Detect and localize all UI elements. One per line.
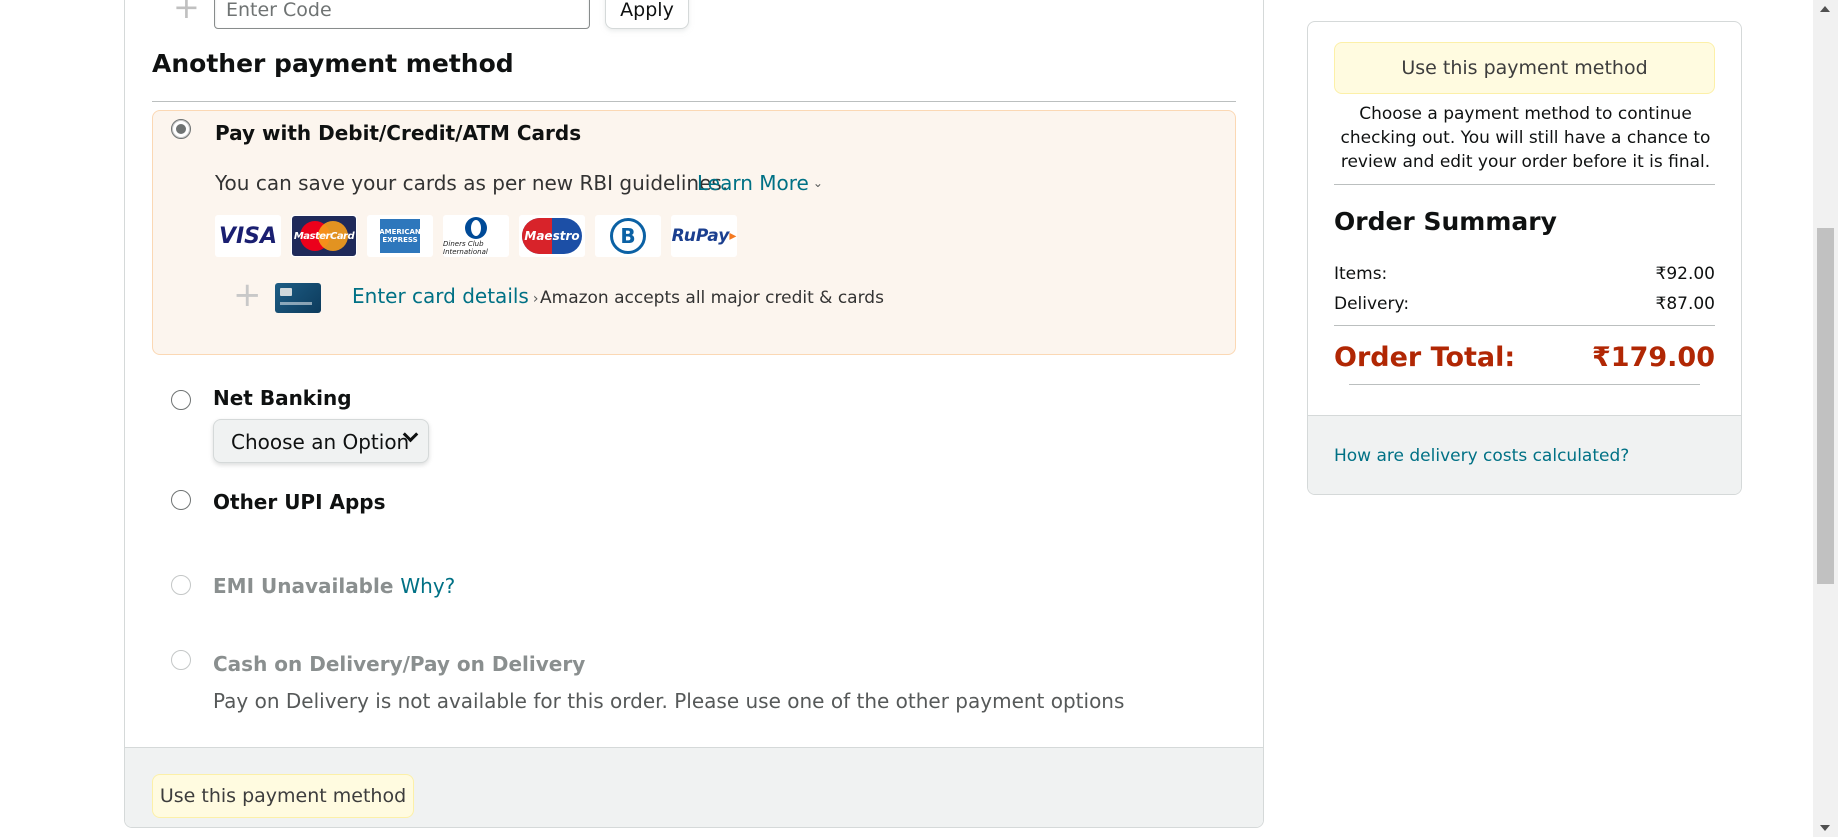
learn-more-label: Learn More	[697, 171, 809, 195]
scroll-up-icon[interactable]	[1820, 6, 1830, 12]
enter-card-details-link[interactable]: Enter card details ›	[352, 284, 538, 308]
cod-label: Cash on Delivery/Pay on Delivery	[213, 652, 586, 676]
chevron-right-icon: ›	[532, 291, 539, 307]
accepted-cards-text: Amazon accepts all major credit & cards	[540, 288, 884, 308]
order-total-label: Order Total:	[1334, 342, 1516, 373]
section-title: Another payment method	[152, 49, 514, 78]
divider	[1349, 384, 1700, 385]
delivery-label: Delivery:	[1334, 294, 1410, 314]
checkout-note: Choose a payment method to continue chec…	[1340, 104, 1711, 172]
order-summary-panel: Use this payment method Choose a payment…	[1307, 21, 1742, 495]
apply-button[interactable]: Apply	[605, 0, 689, 29]
emi-label: EMI Unavailable Why?	[213, 574, 455, 598]
divider	[1334, 325, 1715, 326]
order-total-row: Order Total: ₹179.00	[1334, 342, 1715, 373]
order-summary-title: Order Summary	[1334, 207, 1557, 236]
card-radio[interactable]	[171, 119, 191, 139]
rupay-logo-text: RuPay	[671, 226, 730, 246]
rbi-guidelines-text: You can save your cards as per new RBI g…	[215, 171, 729, 195]
diners-logo: Diners Club International	[443, 215, 509, 257]
emi-label-text: EMI Unavailable	[213, 574, 394, 598]
why-link[interactable]: Why?	[400, 574, 455, 598]
add-card-plus-icon[interactable]: +	[233, 278, 262, 312]
plus-icon[interactable]: +	[173, 0, 200, 23]
chevron-down-icon: ⌄	[812, 176, 823, 190]
delivery-costs-link[interactable]: How are delivery costs calculated?	[1334, 446, 1629, 466]
items-row: Items: ₹92.00	[1334, 264, 1715, 284]
bank-select-value: Choose an Option	[231, 430, 410, 454]
promo-code-row: + Apply	[125, 0, 1263, 29]
scroll-thumb[interactable]	[1817, 228, 1834, 584]
card-option-label[interactable]: Pay with Debit/Credit/ATM Cards	[215, 121, 581, 145]
bank-select-dropdown[interactable]: Choose an Option	[213, 419, 429, 463]
credit-card-icon	[275, 283, 321, 313]
cod-radio	[171, 650, 191, 670]
mastercard-logo: MasterCard	[291, 215, 357, 257]
items-label: Items:	[1334, 264, 1388, 284]
visa-logo: VISA	[215, 215, 281, 257]
net-banking-radio[interactable]	[171, 390, 191, 410]
enter-card-label: Enter card details	[352, 284, 529, 308]
upi-radio[interactable]	[171, 490, 191, 510]
scroll-down-icon[interactable]	[1820, 825, 1830, 831]
use-payment-method-button[interactable]: Use this payment method	[152, 774, 414, 818]
order-total-value: ₹179.00	[1592, 342, 1715, 373]
emi-radio	[171, 575, 191, 595]
card-payment-option[interactable]: Pay with Debit/Credit/ATM Cards You can …	[152, 110, 1236, 355]
delivery-row: Delivery: ₹87.00	[1334, 294, 1715, 314]
rupay-logo: RuPay ▸	[671, 215, 737, 257]
cod-unavailable-note: Pay on Delivery is not available for thi…	[213, 689, 1125, 713]
page-scrollbar[interactable]	[1813, 0, 1838, 837]
amex-logo: AMERICAN EXPRESS	[367, 215, 433, 257]
visa-logo-text: VISA	[218, 223, 278, 249]
promo-code-input[interactable]	[214, 0, 590, 29]
divider	[152, 101, 1236, 102]
net-banking-label[interactable]: Net Banking	[213, 386, 352, 410]
delivery-value: ₹87.00	[1655, 294, 1715, 314]
card-logos: VISA MasterCard AMERICAN EXPRESS Diners …	[215, 215, 737, 257]
mastercard-logo-text: MasterCard	[293, 230, 355, 242]
amex-logo-text: AMERICAN EXPRESS	[379, 219, 421, 253]
items-value: ₹92.00	[1655, 264, 1715, 284]
bajaj-logo-text: B	[610, 218, 646, 254]
diners-logo-text: Diners Club International	[443, 239, 488, 256]
maestro-logo: Maestro	[519, 215, 585, 257]
upi-label[interactable]: Other UPI Apps	[213, 490, 386, 514]
summary-footer: How are delivery costs calculated?	[1308, 415, 1741, 494]
payment-panel-footer: Use this payment method	[125, 747, 1263, 827]
maestro-logo-text: Maestro	[524, 229, 580, 243]
learn-more-link[interactable]: Learn More ⌄	[697, 171, 823, 195]
bajaj-logo: B	[595, 215, 661, 257]
divider	[1334, 184, 1715, 185]
payment-panel: + Apply Another payment method Pay with …	[124, 0, 1264, 828]
use-payment-method-button-side[interactable]: Use this payment method	[1334, 42, 1715, 94]
